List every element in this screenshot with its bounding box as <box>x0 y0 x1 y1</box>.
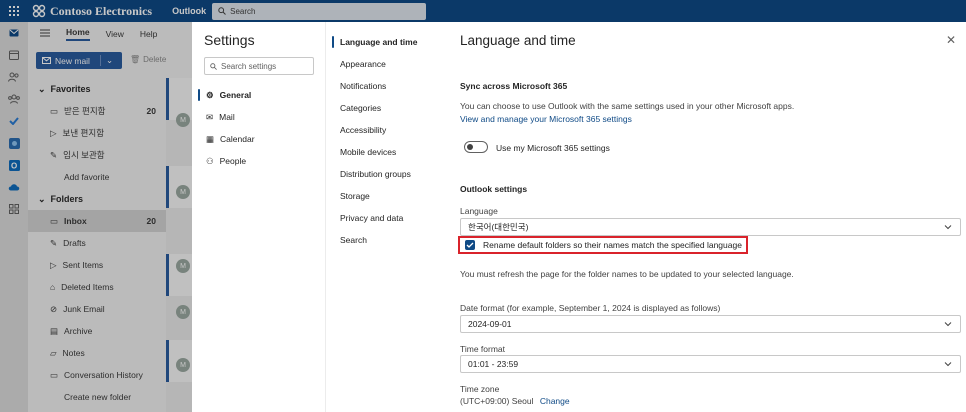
subnav-accessibility[interactable]: Accessibility <box>332 119 442 141</box>
chevron-down-icon <box>944 362 952 367</box>
close-icon[interactable]: ✕ <box>946 33 956 47</box>
settings-search-input[interactable]: Search settings <box>204 57 314 75</box>
language-label: Language <box>460 206 498 216</box>
mail-icon: ✉ <box>206 111 214 122</box>
people-icon: ⚇ <box>206 155 214 166</box>
settings-nav: Settings Search settings ⚙ General ✉ Mail … <box>192 22 326 412</box>
refresh-note: You must refresh the page for the folder… <box>460 269 794 279</box>
settings-content: Language and time ✕ Sync across Microsof… <box>448 22 966 412</box>
settings-subnav: Language and time Appearance Notificatio… <box>326 22 448 412</box>
subnav-mobile-devices[interactable]: Mobile devices <box>332 141 442 163</box>
search-icon <box>210 62 217 70</box>
language-value: 한국어(대한민국) <box>468 222 529 232</box>
nav-item-mail[interactable]: ✉ Mail <box>198 106 320 128</box>
subnav-storage[interactable]: Storage <box>332 185 442 207</box>
time-zone-value: (UTC+09:00) Seoul <box>460 396 534 406</box>
subnav-search[interactable]: Search <box>332 229 442 251</box>
subnav-categories[interactable]: Categories <box>332 97 442 119</box>
manage-settings-link[interactable]: View and manage your Microsoft 365 setti… <box>460 114 632 124</box>
nav-item-calendar[interactable]: ▦ Calendar <box>198 128 320 150</box>
time-zone-row: (UTC+09:00) Seoul Change <box>460 396 570 406</box>
rename-folders-checkbox[interactable]: Rename default folders so their names ma… <box>458 236 748 254</box>
sync-header: Sync across Microsoft 365 <box>460 81 568 91</box>
chevron-down-icon <box>944 322 952 327</box>
checkmark-icon <box>465 240 475 250</box>
sync-description: You can choose to use Outlook with the s… <box>460 101 795 111</box>
time-format-select[interactable]: 01:01 - 23:59 <box>460 355 961 373</box>
subnav-language-and-time[interactable]: Language and time <box>332 31 442 53</box>
page-title: Language and time <box>460 33 576 48</box>
time-format-label: Time format <box>460 344 506 354</box>
language-select[interactable]: 한국어(대한민국) <box>460 218 961 236</box>
subnav-appearance[interactable]: Appearance <box>332 53 442 75</box>
outlook-settings-header: Outlook settings <box>460 184 528 194</box>
chevron-down-icon <box>944 225 952 230</box>
calendar-icon: ▦ <box>206 133 215 144</box>
gear-icon: ⚙ <box>206 89 214 100</box>
nav-item-people[interactable]: ⚇ People <box>198 150 320 172</box>
settings-search-placeholder: Search settings <box>221 61 277 71</box>
use-m365-settings-toggle[interactable] <box>464 141 488 153</box>
rename-folders-label: Rename default folders so their names ma… <box>483 240 742 250</box>
toggle-label: Use my Microsoft 365 settings <box>496 143 610 153</box>
date-format-label: Date format (for example, September 1, 2… <box>460 303 721 313</box>
settings-title: Settings <box>204 32 255 48</box>
change-time-zone-link[interactable]: Change <box>540 396 570 406</box>
date-format-value: 2024-09-01 <box>468 319 512 329</box>
time-format-value: 01:01 - 23:59 <box>468 359 519 369</box>
subnav-privacy-and-data[interactable]: Privacy and data <box>332 207 442 229</box>
settings-dialog: Settings Search settings ⚙ General ✉ Mail … <box>192 22 966 412</box>
date-format-select[interactable]: 2024-09-01 <box>460 315 961 333</box>
subnav-notifications[interactable]: Notifications <box>332 75 442 97</box>
nav-item-general[interactable]: ⚙ General <box>198 84 320 106</box>
time-zone-label: Time zone <box>460 384 500 394</box>
subnav-distribution-groups[interactable]: Distribution groups <box>332 163 442 185</box>
